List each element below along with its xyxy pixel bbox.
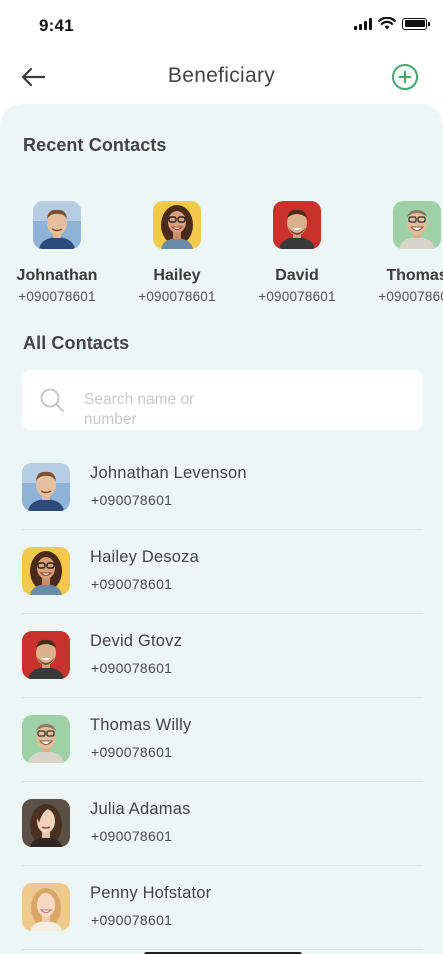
contact-row[interactable]: Johnathan Levenson +090078601 <box>22 446 423 530</box>
contact-name: Julia Adamas <box>90 800 191 818</box>
recent-contact-item[interactable]: Hailey +090078601 <box>117 201 237 304</box>
contact-phone: +090078601 <box>91 660 173 676</box>
recent-contact-name: Johnathan <box>16 267 98 284</box>
avatar <box>273 201 321 249</box>
contact-name: Hailey Desoza <box>90 548 199 566</box>
recent-contact-name: Hailey <box>153 267 201 284</box>
contact-phone: +090078601 <box>91 576 173 592</box>
wifi-icon <box>378 17 396 30</box>
recent-contact-item[interactable]: David +090078601 <box>237 201 357 304</box>
recent-contact-phone: +090078601 <box>138 289 216 304</box>
avatar <box>22 631 70 679</box>
recent-contact-phone: +090078601 <box>378 289 443 304</box>
page-title: Beneficiary <box>167 64 276 87</box>
recent-contact-item[interactable]: Thomas +090078601 <box>357 201 443 304</box>
avatar <box>22 799 70 847</box>
contact-name: Devid Gtovz <box>90 632 183 650</box>
recent-contact-phone: +090078601 <box>18 289 96 304</box>
add-beneficiary-button[interactable] <box>391 63 419 91</box>
contact-name: Thomas Willy <box>90 716 192 734</box>
recent-contacts-list: Johnathan +090078601 Hailey +090078601 D… <box>0 201 443 321</box>
contact-phone: +090078601 <box>91 912 173 928</box>
avatar <box>22 547 70 595</box>
recent-contact-name: Thomas <box>386 267 443 284</box>
avatar <box>22 463 70 511</box>
recent-contacts-title: Recent Contacts <box>23 135 167 155</box>
status-bar: 9:41 <box>0 0 443 50</box>
header: Beneficiary <box>0 50 443 104</box>
search-input[interactable] <box>84 390 234 430</box>
battery-icon <box>402 17 430 30</box>
content-panel: Recent Contacts Johnathan +090078601 Hai… <box>0 104 443 954</box>
contact-phone: +090078601 <box>91 492 173 508</box>
contact-name: Johnathan Levenson <box>90 464 247 482</box>
avatar <box>33 201 81 249</box>
status-time: 9:41 <box>39 16 74 35</box>
contact-phone: +090078601 <box>91 744 173 760</box>
avatar <box>393 201 441 249</box>
contact-row[interactable]: Devid Gtovz +090078601 <box>22 614 423 698</box>
contact-row[interactable]: Thomas Willy +090078601 <box>22 698 423 782</box>
recent-contact-item[interactable]: Johnathan +090078601 <box>0 201 117 304</box>
beneficiary-screen: 9:41 Beneficiary Recent Contacts Johnath… <box>0 0 443 954</box>
search-icon <box>40 388 64 412</box>
contact-name: Penny Hofstator <box>90 884 212 902</box>
recent-contact-phone: +090078601 <box>258 289 336 304</box>
avatar <box>22 883 70 931</box>
all-contacts-list: Johnathan Levenson +090078601 Hailey Des… <box>22 446 423 950</box>
avatar <box>153 201 201 249</box>
contact-row[interactable]: Hailey Desoza +090078601 <box>22 530 423 614</box>
avatar <box>22 715 70 763</box>
recent-contact-name: David <box>275 267 319 284</box>
contact-phone: +090078601 <box>91 828 173 844</box>
all-contacts-title: All Contacts <box>23 333 130 353</box>
contact-row[interactable]: Penny Hofstator +090078601 <box>22 866 423 950</box>
contact-row[interactable]: Julia Adamas +090078601 <box>22 782 423 866</box>
status-icons <box>354 17 430 30</box>
search-box[interactable] <box>22 370 423 430</box>
cellular-signal-icon <box>354 17 372 30</box>
